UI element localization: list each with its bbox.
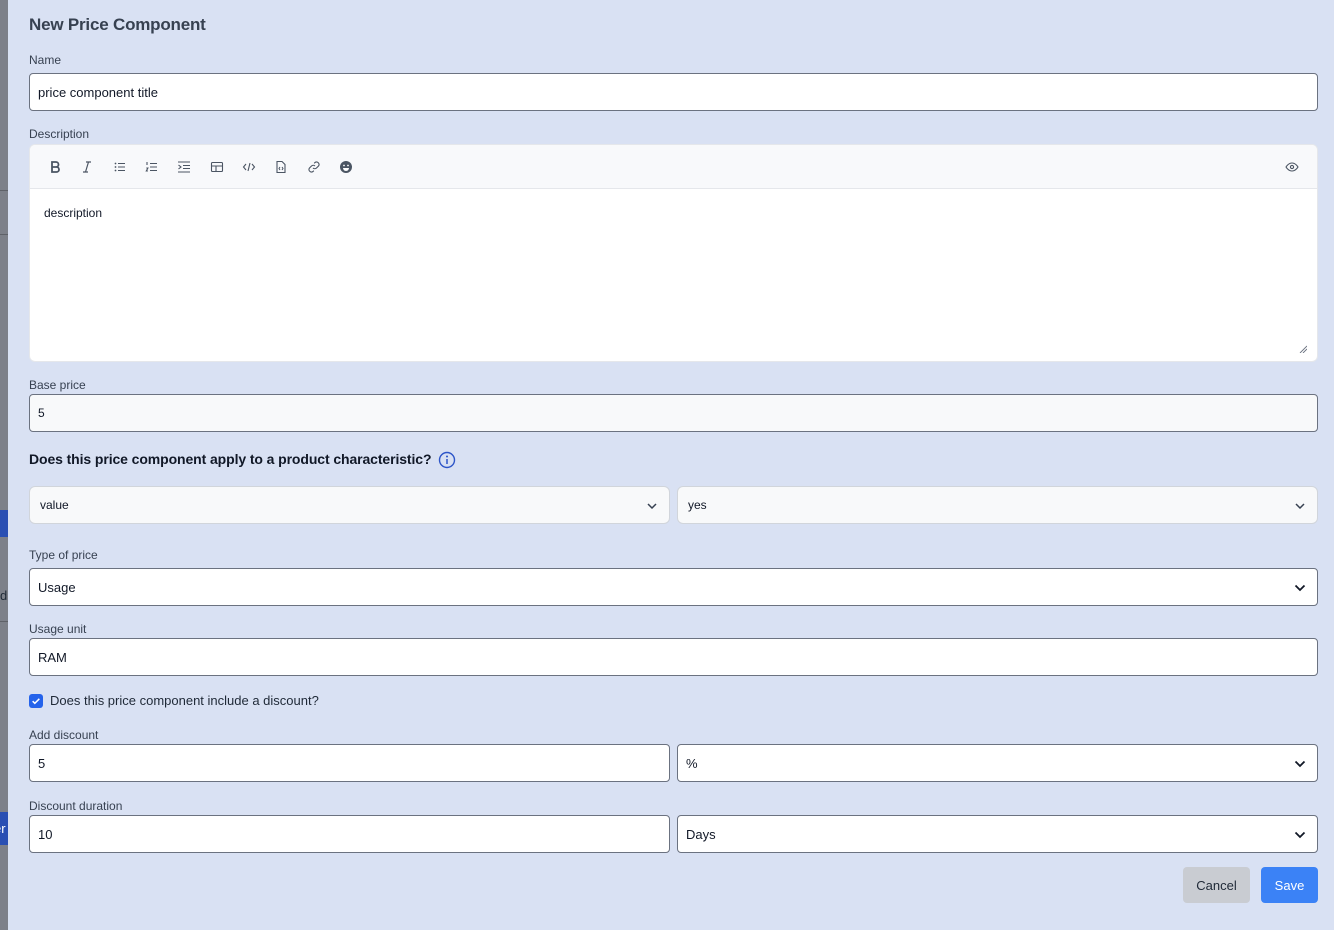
bullet-list-icon[interactable] xyxy=(112,159,128,175)
characteristic-attribute-select[interactable]: value xyxy=(29,486,670,524)
italic-icon[interactable] xyxy=(79,159,95,175)
cancel-button[interactable]: Cancel xyxy=(1183,867,1250,903)
discount-checkbox[interactable] xyxy=(29,694,43,708)
base-price-value: 5 xyxy=(38,406,45,420)
bold-icon[interactable] xyxy=(47,159,63,175)
chevron-down-icon xyxy=(1294,584,1306,592)
name-label: Name xyxy=(29,53,62,67)
backdrop-blue-bar xyxy=(0,510,8,537)
resize-handle-icon[interactable] xyxy=(1299,345,1307,353)
emoji-icon[interactable] xyxy=(338,159,354,175)
usage-unit-value: RAM xyxy=(38,649,67,665)
preview-eye-icon[interactable] xyxy=(1284,159,1300,175)
base-price-input[interactable]: 5 xyxy=(29,394,1318,432)
backdrop-divider xyxy=(0,621,8,622)
discount-amount-value: 5 xyxy=(38,755,46,771)
discount-duration-label: Discount duration xyxy=(29,799,123,813)
table-icon[interactable] xyxy=(209,159,225,175)
new-price-component-modal: New Price Component Name price component… xyxy=(8,0,1334,930)
page-backdrop: d er xyxy=(0,0,8,930)
info-icon[interactable] xyxy=(438,451,456,469)
discount-duration-input[interactable]: 10 xyxy=(29,815,670,853)
discount-duration-unit-select[interactable]: Days xyxy=(677,815,1318,853)
description-editor[interactable]: description xyxy=(29,144,1318,362)
name-input-value: price component title xyxy=(38,84,158,100)
characteristic-condition-value: yes xyxy=(688,498,707,512)
discount-unit-value: % xyxy=(686,755,698,771)
type-of-price-label: Type of price xyxy=(29,548,98,562)
modal-title: New Price Component xyxy=(29,15,206,34)
usage-unit-input[interactable]: RAM xyxy=(29,638,1318,676)
chevron-down-icon xyxy=(647,503,657,510)
link-icon[interactable] xyxy=(306,159,322,175)
discount-duration-unit-value: Days xyxy=(686,826,716,842)
discount-duration-value: 10 xyxy=(38,826,53,842)
file-code-icon[interactable] xyxy=(273,159,289,175)
editor-toolbar xyxy=(30,145,1317,189)
backdrop-divider xyxy=(0,190,8,191)
backdrop-text: d xyxy=(0,588,8,603)
indent-icon[interactable] xyxy=(176,159,192,175)
base-price-label: Base price xyxy=(29,378,86,392)
numbered-list-icon[interactable] xyxy=(144,159,160,175)
add-discount-label: Add discount xyxy=(29,728,99,742)
type-of-price-select[interactable]: Usage xyxy=(29,568,1318,606)
description-text: description xyxy=(44,206,103,220)
discount-checkbox-label[interactable]: Does this price component include a disc… xyxy=(50,693,319,708)
discount-unit-select[interactable]: % xyxy=(677,744,1318,782)
description-label: Description xyxy=(29,127,90,141)
usage-unit-label: Usage unit xyxy=(29,622,87,636)
checkmark-icon xyxy=(32,698,40,705)
backdrop-text: er xyxy=(0,821,6,836)
chevron-down-icon xyxy=(1294,760,1306,768)
backdrop-divider xyxy=(0,234,8,235)
characteristic-condition-select[interactable]: yes xyxy=(677,486,1318,524)
type-of-price-value: Usage xyxy=(38,579,76,595)
discount-amount-input[interactable]: 5 xyxy=(29,744,670,782)
code-icon[interactable] xyxy=(241,159,257,175)
characteristic-attribute-value: value xyxy=(40,498,69,512)
characteristic-question: Does this price component apply to a pro… xyxy=(29,451,432,467)
name-input[interactable]: price component title xyxy=(29,73,1318,111)
chevron-down-icon xyxy=(1294,831,1306,839)
chevron-down-icon xyxy=(1295,503,1305,510)
save-button[interactable]: Save xyxy=(1261,867,1318,903)
